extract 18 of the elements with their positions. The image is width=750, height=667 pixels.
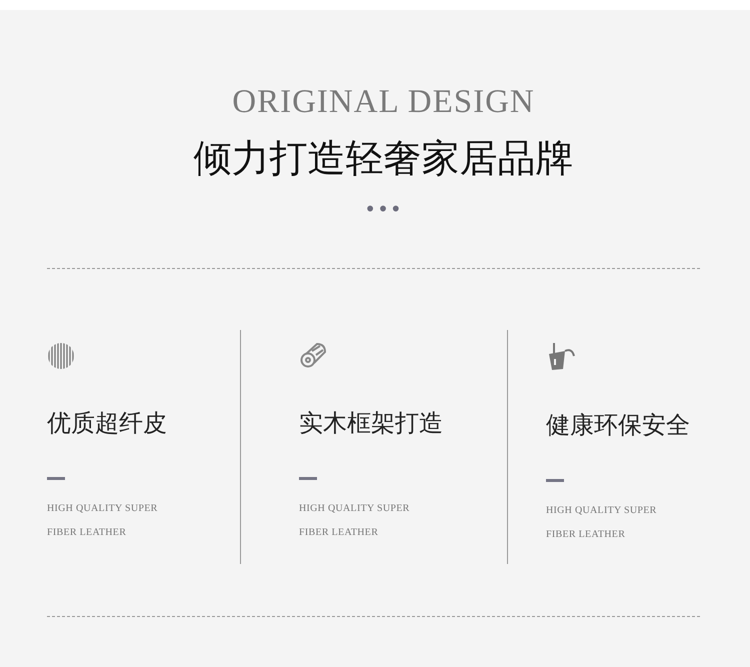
feature-subtitle: HIGH QUALITY SUPER xyxy=(546,504,657,518)
feature-title: 健康环保安全 xyxy=(546,410,690,440)
feature-subtitle: HIGH QUALITY SUPER xyxy=(47,502,158,516)
dash-mark xyxy=(47,477,65,480)
dash-mark xyxy=(546,479,564,482)
feature-subtitle: HIGH QUALITY SUPER xyxy=(299,502,410,516)
feature-title: 实木框架打造 xyxy=(299,408,443,438)
dash-mark xyxy=(299,477,317,480)
feature-subtitle: FIBER LEATHER xyxy=(299,526,378,540)
log-icon xyxy=(299,342,327,370)
feature-subtitle: FIBER LEATHER xyxy=(47,526,126,540)
cup-icon xyxy=(546,342,576,372)
feature-subtitle: FIBER LEATHER xyxy=(546,528,626,542)
dots-decoration: ••• xyxy=(364,198,403,220)
feature-title: 优质超纤皮 xyxy=(47,408,167,438)
stripes-circle-icon xyxy=(47,342,75,370)
subtitle: ORIGINAL DESIGN xyxy=(232,83,535,122)
page-title: 倾力打造轻奢家居品牌 xyxy=(194,135,574,182)
